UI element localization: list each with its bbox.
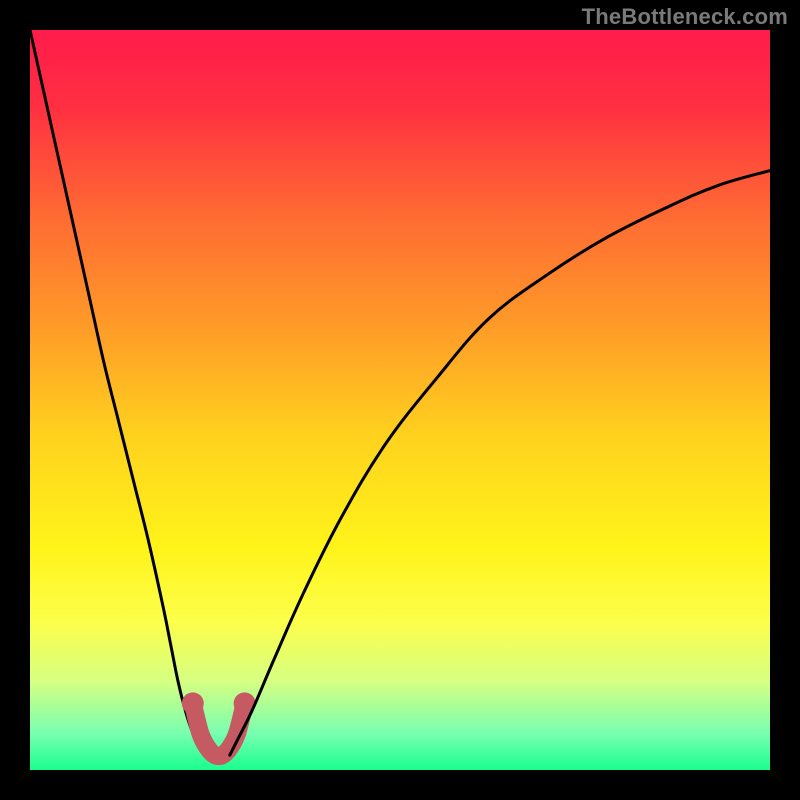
curves-layer bbox=[30, 30, 770, 770]
right-curve bbox=[230, 171, 770, 756]
chart-frame: TheBottleneck.com bbox=[0, 0, 800, 800]
watermark-text: TheBottleneck.com bbox=[582, 4, 788, 30]
plot-area bbox=[30, 30, 770, 770]
trough-marker bbox=[193, 703, 245, 756]
left-curve bbox=[30, 30, 208, 755]
trough-endpoint bbox=[182, 692, 204, 714]
